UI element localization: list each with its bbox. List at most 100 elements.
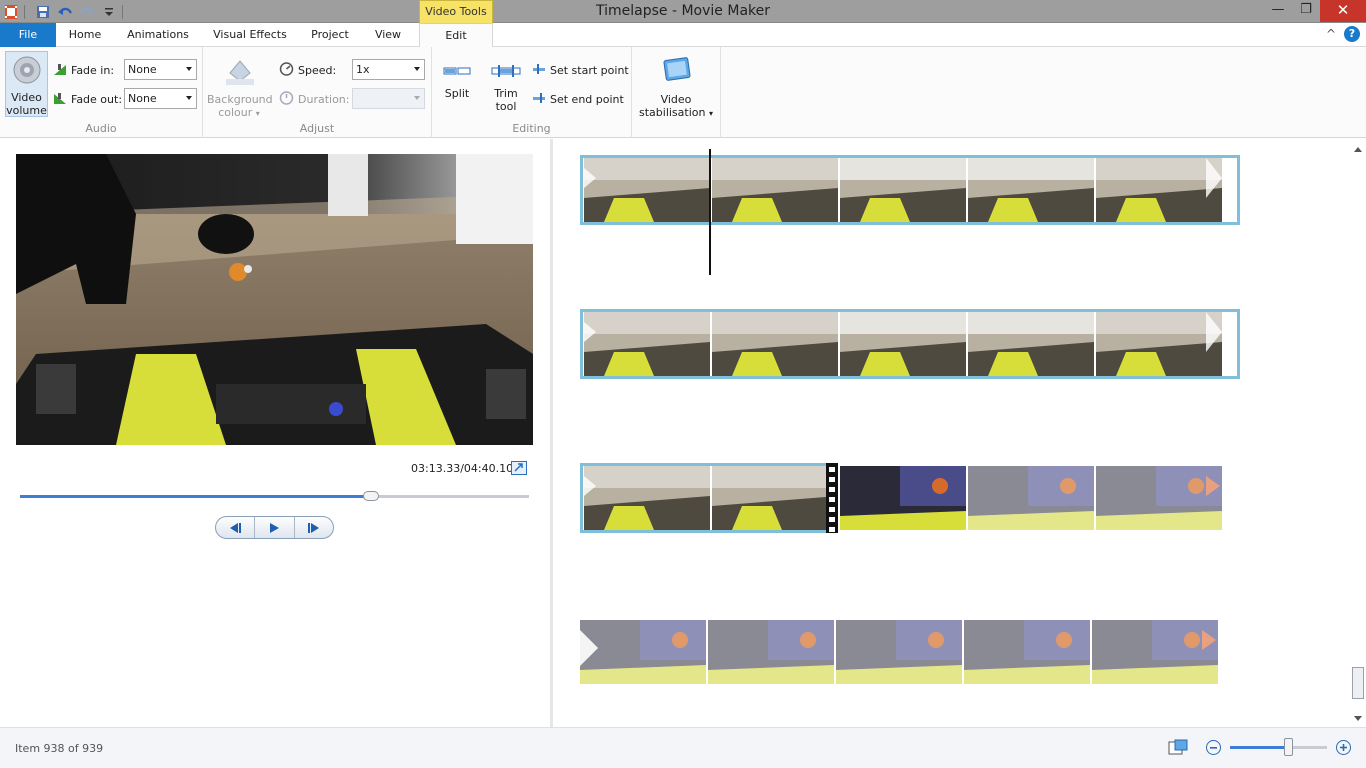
clip-thumbnail[interactable]: [580, 620, 706, 684]
video-volume-label-line1: Video: [11, 91, 42, 104]
trim-tool-label-line1: Trim: [494, 87, 518, 100]
split-label: Split: [444, 87, 470, 100]
clip-thumbnail[interactable]: [964, 620, 1090, 684]
ribbon-tabs: File Home Animations Visual Effects Proj…: [0, 23, 1366, 48]
tab-project[interactable]: Project: [304, 23, 356, 47]
zoom-slider-thumb[interactable]: [1284, 738, 1294, 756]
split-button[interactable]: Split: [438, 61, 476, 100]
trim-tool-button[interactable]: Trim tool: [488, 61, 524, 113]
chevron-down-icon: [414, 96, 420, 100]
zoom-in-button[interactable]: [1336, 740, 1351, 755]
playhead[interactable]: [709, 149, 711, 275]
audio-group-label: Audio: [85, 122, 117, 135]
tab-edit[interactable]: Edit: [419, 23, 493, 48]
storyboard-row: [580, 309, 1240, 379]
scrollbar-thumb[interactable]: [1352, 667, 1364, 699]
stabilisation-group: Video stabilisation ▾: [632, 47, 721, 138]
clip-thumbnail[interactable]: [1092, 620, 1218, 684]
background-colour-label-line2: colour ▾: [218, 106, 260, 119]
clip-thumbnail[interactable]: [840, 466, 966, 530]
quick-access-toolbar: [2, 2, 128, 21]
video-stabilisation-label-line1: Video: [660, 93, 692, 106]
preview-pane: 03:13.33/04:40.10: [0, 139, 550, 727]
video-stabilisation-label-line2: stabilisation ▾: [639, 106, 713, 119]
video-volume-button[interactable]: Video volume: [5, 51, 48, 117]
fullscreen-preview-icon[interactable]: [511, 461, 527, 475]
storyboard-row: [580, 155, 1240, 225]
video-stabilisation-button[interactable]: Video stabilisation ▾: [638, 53, 714, 120]
duration-select[interactable]: [352, 88, 425, 109]
close-button[interactable]: ✕: [1320, 0, 1366, 22]
storyboard-scrollbar[interactable]: [1350, 139, 1366, 727]
zoom-slider[interactable]: [1230, 738, 1327, 756]
fade-out-select[interactable]: None: [124, 88, 197, 109]
adjust-group-label: Adjust: [299, 122, 335, 135]
speed-select[interactable]: 1x: [352, 59, 425, 80]
minimize-button[interactable]: —: [1264, 0, 1292, 22]
video-tools-context-label: Video Tools: [419, 0, 493, 23]
set-start-point-icon: [532, 63, 546, 78]
video-stabilisation-icon: [638, 53, 714, 90]
app-film-icon[interactable]: [2, 3, 20, 21]
zoom-out-icon: [1210, 747, 1217, 749]
redo-icon[interactable]: [78, 3, 96, 21]
fade-in-select[interactable]: None: [124, 59, 197, 80]
video-volume-label-line2: volume: [6, 104, 47, 117]
audio-group: Video volume Fade in: None Fade out: Non…: [0, 47, 203, 138]
help-icon[interactable]: ?: [1344, 26, 1360, 42]
transition-filmstrip-icon: [826, 463, 838, 533]
set-end-point-button[interactable]: Set end point: [532, 89, 624, 109]
save-icon[interactable]: [34, 3, 52, 21]
tab-animations[interactable]: Animations: [122, 23, 194, 47]
split-icon: [438, 61, 476, 84]
video-preview[interactable]: [16, 154, 533, 445]
customize-toolbar-dropdown-icon[interactable]: [100, 3, 118, 21]
set-end-point-label: Set end point: [550, 92, 624, 106]
paint-bucket-icon: [207, 53, 271, 90]
tab-view[interactable]: View: [366, 23, 410, 47]
restore-button[interactable]: ❐: [1292, 0, 1320, 22]
scroll-up-icon[interactable]: [1353, 143, 1363, 156]
chevron-down-icon: [186, 96, 192, 100]
play-icon: [270, 522, 280, 533]
status-bar: Item 938 of 939: [0, 727, 1366, 768]
fade-in-icon: [53, 62, 67, 79]
selected-clip-border: [580, 463, 836, 533]
background-colour-label-line1: Background: [207, 93, 273, 106]
ribbon: Video volume Fade in: None Fade out: Non…: [0, 47, 1366, 138]
title-bar: Video Tools Timelapse - Movie Maker — ❐ …: [0, 0, 1366, 23]
collapse-ribbon-icon[interactable]: ^: [1326, 27, 1336, 41]
timecode: 03:13.33/04:40.10: [411, 462, 514, 475]
clip-thumbnail[interactable]: [1096, 466, 1222, 530]
tab-home[interactable]: Home: [60, 23, 110, 47]
trim-tool-label-line2: tool: [495, 100, 517, 113]
speed-value: 1x: [356, 63, 370, 76]
clip-thumbnail[interactable]: [836, 620, 962, 684]
scroll-down-icon[interactable]: [1353, 713, 1363, 726]
zoom-out-button[interactable]: [1206, 740, 1221, 755]
storyboard[interactable]: [553, 139, 1350, 727]
next-frame-button[interactable]: [295, 517, 333, 538]
undo-icon[interactable]: [56, 3, 74, 21]
clip-thumbnail[interactable]: [708, 620, 834, 684]
trim-tool-icon: [488, 61, 524, 84]
tab-visual-effects[interactable]: Visual Effects: [206, 23, 294, 47]
duration-icon: [279, 90, 294, 108]
previous-frame-icon: [230, 522, 242, 533]
seek-bar-thumb[interactable]: [363, 491, 380, 501]
clip-thumbnail[interactable]: [968, 466, 1094, 530]
speed-icon: [279, 61, 294, 79]
set-start-point-button[interactable]: Set start point: [532, 60, 629, 80]
previous-frame-button[interactable]: [216, 517, 256, 538]
zoom-slider-fill: [1230, 746, 1289, 749]
storyboard-view-icon[interactable]: [1168, 739, 1188, 760]
seek-bar-fill: [20, 495, 372, 498]
adjust-group: Background colour ▾ Speed: 1x Duration: …: [203, 47, 432, 138]
seek-bar[interactable]: [20, 491, 529, 501]
item-counter: Item 938 of 939: [15, 742, 104, 755]
tab-file[interactable]: File: [0, 23, 56, 47]
fade-out-value: None: [128, 92, 157, 105]
speed-label: Speed:: [298, 63, 337, 77]
play-button[interactable]: [255, 517, 295, 538]
background-colour-button[interactable]: Background colour ▾: [207, 53, 273, 120]
